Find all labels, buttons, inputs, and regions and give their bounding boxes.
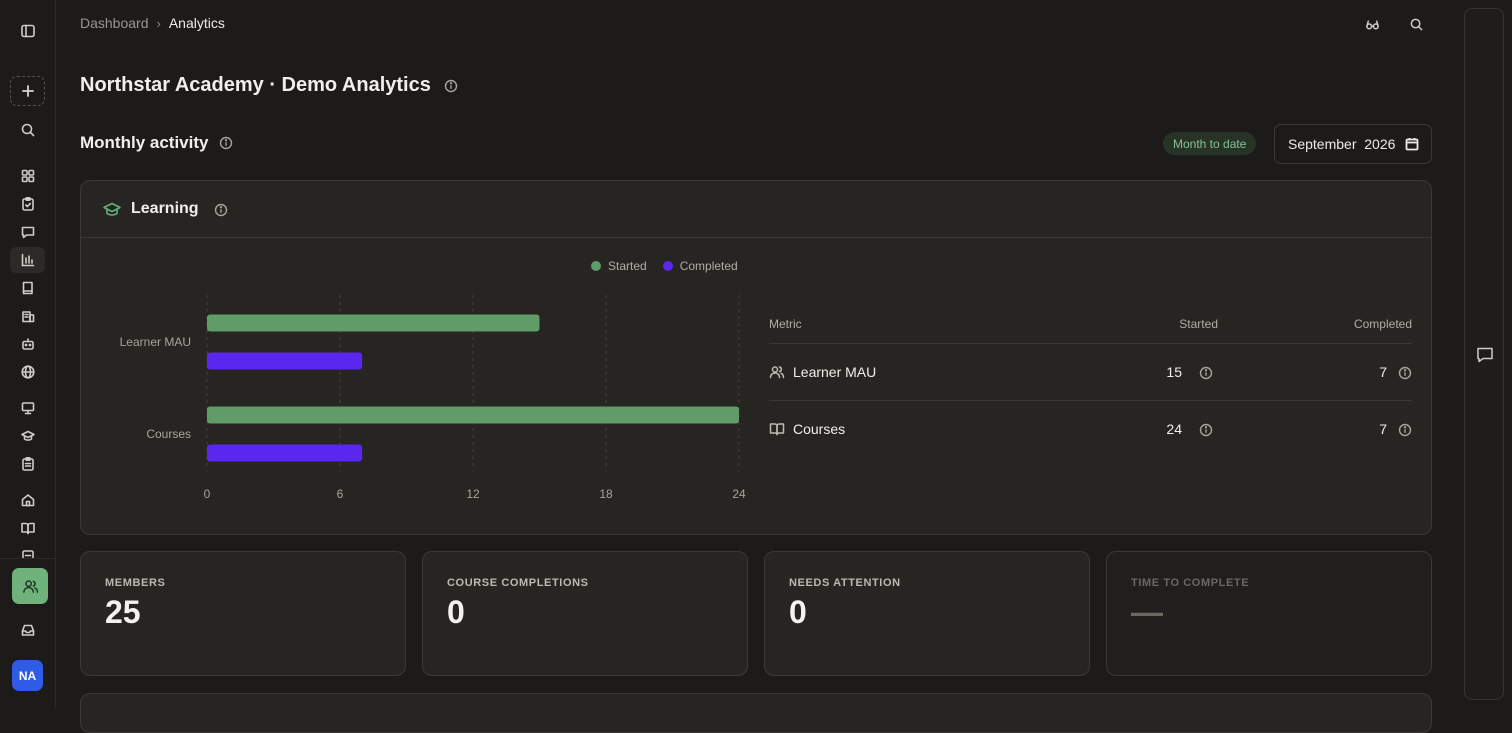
sidebar-toggle-icon[interactable] — [10, 18, 45, 44]
stat-value: 0 — [447, 594, 465, 630]
glasses-icon[interactable] — [1362, 14, 1382, 34]
learning-card-header: Learning — [81, 181, 1431, 238]
book-open-icon — [769, 421, 785, 437]
row-started-value: 24 — [1166, 421, 1182, 437]
analytics-bar-chart-icon[interactable] — [10, 247, 45, 273]
bar-completed-courses — [207, 444, 363, 462]
table-row-courses: Courses 24 7 — [769, 401, 1412, 458]
page-title: Northstar Academy · Demo Analytics — [80, 74, 458, 97]
stat-card-course-completions: COURSE COMPLETIONS 0 — [422, 551, 748, 676]
stat-value: — — [1131, 594, 1163, 630]
month-picker-value: September 2026 — [1288, 136, 1396, 152]
stat-value: 0 — [789, 594, 807, 630]
row-completed-value: 7 — [1379, 364, 1387, 380]
info-icon[interactable] — [444, 79, 458, 93]
metric-table-header: Metric Started Completed — [769, 311, 1412, 344]
left-rail: NA — [0, 0, 56, 708]
info-icon[interactable] — [1398, 366, 1412, 380]
rail-divider — [0, 558, 56, 559]
bar-completed-learner-mau — [207, 352, 363, 370]
breadcrumb: Dashboard › Analytics — [80, 15, 225, 31]
stat-card-needs-attention: NEEDS ATTENTION 0 — [764, 551, 1090, 676]
clipboard-check-icon[interactable] — [10, 191, 45, 217]
header-metric: Metric — [769, 317, 802, 331]
right-side-panel — [1464, 8, 1504, 700]
row-label: Learner MAU — [793, 364, 877, 380]
members-icon[interactable] — [12, 568, 48, 604]
stat-label: TIME TO COMPLETE — [1131, 577, 1250, 589]
stat-card-time-to-complete: TIME TO COMPLETE — — [1106, 551, 1432, 676]
home-icon[interactable] — [10, 487, 45, 513]
section-title-text: Monthly activity — [80, 133, 209, 152]
bot-icon[interactable] — [10, 331, 45, 357]
building-icon[interactable] — [10, 303, 45, 329]
x-tick-label: 12 — [466, 487, 480, 501]
x-tick-label: 6 — [337, 487, 344, 501]
stat-label: COURSE COMPLETIONS — [447, 577, 589, 589]
learning-card-title: Learning — [131, 200, 199, 217]
book-icon[interactable] — [10, 275, 45, 301]
x-tick-label: 0 — [204, 487, 211, 501]
info-icon[interactable] — [214, 203, 228, 217]
x-tick-label: 24 — [732, 487, 746, 501]
globe-icon[interactable] — [10, 359, 45, 385]
learning-bar-chart: 0 6 12 18 24 Learner MAU Courses — [120, 295, 746, 501]
stat-card-members: MEMBERS 25 — [80, 551, 406, 676]
y-category-label: Courses — [146, 427, 191, 441]
month-to-date-badge: Month to date — [1163, 132, 1257, 155]
avatar[interactable]: NA — [12, 660, 43, 691]
row-started-value: 15 — [1166, 364, 1182, 380]
info-icon[interactable] — [1199, 366, 1213, 380]
learning-card: Learning Started Completed 0 6 12 18 24 Learn… — [80, 180, 1432, 535]
info-icon[interactable] — [1398, 423, 1412, 437]
section-title: Monthly activity — [80, 133, 233, 153]
page-title-text: Northstar Academy · Demo Analytics — [80, 74, 431, 96]
breadcrumb-separator: › — [156, 15, 161, 31]
row-label: Courses — [793, 421, 846, 437]
breadcrumb-dashboard-link[interactable]: Dashboard — [80, 15, 149, 31]
header-started: Started — [1179, 317, 1218, 331]
clipboard-icon[interactable] — [10, 543, 45, 558]
bar-started-courses — [207, 406, 739, 424]
presentation-icon[interactable] — [10, 395, 45, 421]
graduation-cap-icon — [102, 201, 122, 219]
message-square-icon[interactable] — [10, 219, 45, 245]
graduation-cap-icon[interactable] — [10, 423, 45, 449]
breadcrumb-current: Analytics — [168, 15, 225, 31]
inbox-icon[interactable] — [10, 617, 45, 643]
next-section-card — [80, 693, 1432, 733]
clipboard-list-icon[interactable] — [10, 451, 45, 477]
month-picker[interactable]: September 2026 — [1274, 124, 1432, 164]
chat-icon[interactable] — [1475, 345, 1495, 365]
stat-label: NEEDS ATTENTION — [789, 577, 901, 589]
users-icon — [769, 364, 785, 380]
x-tick-label: 18 — [599, 487, 613, 501]
info-icon[interactable] — [1199, 423, 1213, 437]
header-completed: Completed — [1353, 317, 1412, 331]
search-icon[interactable] — [10, 117, 45, 143]
dashboard-grid-icon[interactable] — [10, 163, 45, 189]
stat-value: 25 — [105, 594, 141, 630]
y-category-label: Learner MAU — [120, 335, 191, 349]
info-icon[interactable] — [219, 136, 233, 150]
row-completed-value: 7 — [1379, 421, 1387, 437]
search-icon[interactable] — [1406, 14, 1426, 34]
table-row-learner-mau: Learner MAU 15 7 — [769, 344, 1412, 401]
book-open-icon[interactable] — [10, 515, 45, 541]
metric-table: Metric Started Completed Learner MAU 15 … — [769, 311, 1412, 458]
stat-label: MEMBERS — [105, 577, 166, 589]
bar-started-learner-mau — [207, 314, 540, 332]
calendar-icon[interactable] — [1405, 137, 1419, 151]
new-item-button[interactable] — [10, 76, 45, 106]
